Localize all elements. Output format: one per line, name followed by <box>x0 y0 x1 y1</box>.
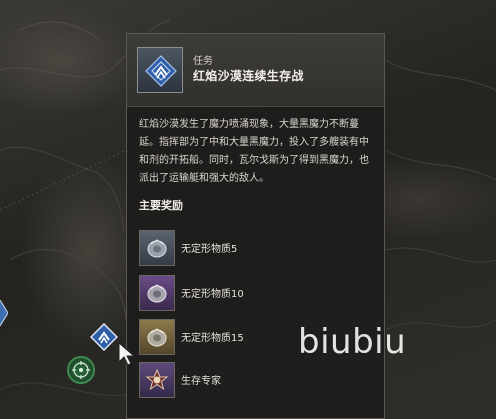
offscreen-marker-icon[interactable] <box>0 299 9 327</box>
reward-label: 生存专家 <box>181 376 221 387</box>
reward-item[interactable]: 生存专家 <box>139 362 369 402</box>
amorphous-material-icon <box>139 275 175 311</box>
amorphous-material-icon <box>139 230 175 266</box>
rewards-heading: 主要奖励 <box>139 199 183 212</box>
mission-description: 红焰沙漠发生了魔力喷涌现象，大量黑魔力不断蔓延。指挥部为了中和大量黑魔力，投入了… <box>139 119 369 184</box>
mission-diamond-icon <box>137 47 183 93</box>
amorphous-material-icon <box>139 319 175 355</box>
survival-expert-badge-icon <box>139 362 175 398</box>
reward-label: 无定形物质15 <box>181 333 244 344</box>
mouse-cursor-icon <box>118 341 136 370</box>
reward-label: 无定形物质5 <box>181 244 238 255</box>
mission-marker-icon[interactable] <box>89 322 119 352</box>
mission-title: 红焰沙漠连续生存战 <box>193 69 304 83</box>
mission-header: 任务 红焰沙漠连续生存战 <box>127 34 384 107</box>
reward-item[interactable]: 无定形物质10 <box>139 275 369 315</box>
target-compass-icon[interactable] <box>67 356 95 384</box>
mission-category: 任务 <box>193 56 213 67</box>
reward-label: 无定形物质10 <box>181 289 244 300</box>
watermark-text: biubiu <box>298 322 407 362</box>
reward-item[interactable]: 无定形物质5 <box>139 230 369 270</box>
